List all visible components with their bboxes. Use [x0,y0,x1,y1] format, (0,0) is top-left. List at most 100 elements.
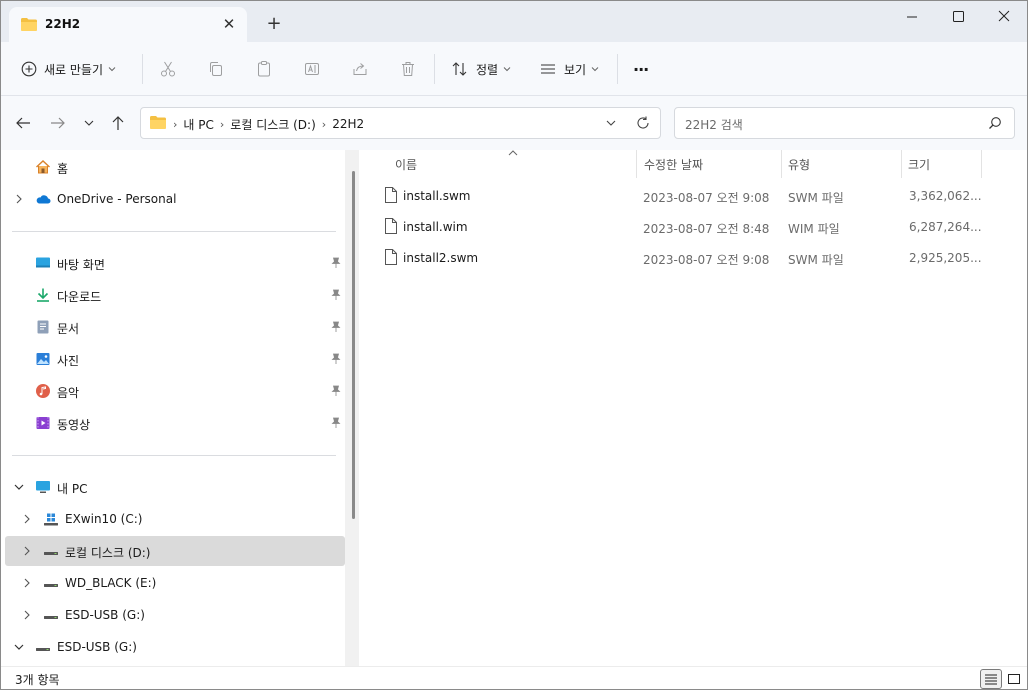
column-header-size[interactable]: 크기 [908,156,930,182]
thumbnail-view-icon [1008,674,1020,684]
sidebar-item-onedrive[interactable]: OneDrive - Personal [5,184,345,214]
sidebar-item-drive-g[interactable]: ESD-USB (G:) [5,600,345,630]
column-divider[interactable] [636,150,637,178]
sidebar-divider [12,455,336,456]
column-header-type[interactable]: 유형 [788,156,810,182]
sidebar-item-pictures[interactable]: 사진 [5,344,345,374]
sidebar-item-home[interactable]: 홈 [5,152,345,182]
sidebar-item-music[interactable]: 음악 [5,376,345,406]
close-tab-button[interactable]: ✕ [219,14,239,34]
search-box[interactable]: 22H2 검색 [674,107,1015,139]
search-placeholder: 22H2 검색 [685,118,743,132]
chevron-right-icon[interactable] [13,193,25,205]
close-window-button[interactable] [981,5,1027,29]
chevron-right-icon[interactable] [21,513,33,525]
item-count: 3개 항목 [15,673,60,687]
clipboard-icon [258,61,270,77]
minimize-icon [907,16,917,18]
trash-icon [402,62,414,76]
refresh-button[interactable] [635,115,651,134]
arrow-left-icon [16,117,30,129]
search-icon[interactable] [988,116,1002,133]
column-header-name[interactable]: 이름 [395,156,417,182]
navigation-row: › 내 PC › 로컬 디스크 (D:) › 22H2 22H2 검색 [1,96,1027,150]
command-bar: 새로 만들기 정렬 보기 ··· [1,42,1027,96]
thumbnails-view-button[interactable] [1003,669,1025,689]
chevron-down-icon[interactable] [13,641,25,653]
sidebar-item-videos[interactable]: 동영상 [5,408,345,438]
toolbar-divider [142,54,143,84]
pin-icon[interactable] [331,417,341,432]
back-button[interactable] [12,112,34,134]
address-history-button[interactable] [604,116,618,133]
chevron-down-icon[interactable] [13,481,25,493]
sidebar-item-documents[interactable]: 문서 [5,312,345,342]
breadcrumb-this-pc[interactable]: 내 PC [183,116,213,133]
sort-button[interactable]: 정렬 [451,56,511,82]
forward-button[interactable] [47,112,69,134]
file-icon [385,218,397,237]
sidebar-item-label: ESD-USB (G:) [65,608,145,622]
pin-icon[interactable] [331,289,341,304]
music-icon [35,383,51,399]
sidebar-item-this-pc[interactable]: 내 PC [5,472,345,502]
folder-icon [149,115,167,133]
new-button[interactable]: 새로 만들기 [21,56,116,82]
breadcrumb-local-disk[interactable]: 로컬 디스크 (D:) [230,116,315,133]
drive-icon [43,575,59,591]
file-size: 6,287,264... [909,220,982,234]
pin-icon[interactable] [331,257,341,272]
maximize-button[interactable] [935,5,981,29]
recent-locations-button[interactable] [78,112,100,134]
rename-button[interactable] [303,56,321,82]
sidebar-scroll-thumb[interactable] [352,171,355,519]
chevron-right-icon[interactable] [21,609,33,621]
sidebar-item-drive-e[interactable]: WD_BLACK (E:) [5,568,345,598]
details-view-button[interactable] [980,669,1002,689]
column-divider[interactable] [901,150,902,178]
minimize-button[interactable] [889,5,935,29]
delete-button[interactable] [399,56,417,82]
sidebar-item-desktop[interactable]: 바탕 화면 [5,248,345,278]
table-row[interactable]: install.swm 2023-08-07 오전 9:08 SWM 파일 3,… [377,181,987,211]
windows-drive-icon [43,511,59,527]
sort-icon [452,62,467,76]
pin-icon[interactable] [331,353,341,368]
column-divider[interactable] [981,150,982,178]
drive-icon [35,639,51,655]
share-button[interactable] [351,56,369,82]
sidebar-item-label: 동영상 [57,418,91,432]
breadcrumb-22h2[interactable]: 22H2 [332,117,364,131]
sidebar-item-label: 내 PC [57,482,88,496]
more-options-button[interactable]: ··· [633,56,649,82]
chevron-right-icon[interactable] [21,545,33,557]
sidebar-item-downloads[interactable]: 다운로드 [5,280,345,310]
pin-icon[interactable] [331,385,341,400]
column-divider[interactable] [781,150,782,178]
up-button[interactable] [107,112,129,134]
view-button[interactable]: 보기 [539,56,599,82]
drive-icon [43,607,59,623]
pin-icon[interactable] [331,321,341,336]
new-tab-button[interactable]: + [263,13,285,35]
title-bar: 22H2 ✕ + [1,1,1027,42]
table-row[interactable]: install.wim 2023-08-07 오전 8:48 WIM 파일 6,… [377,212,987,242]
sidebar-item-drive-c[interactable]: EXwin10 (C:) [5,504,345,534]
tab-22h2[interactable]: 22H2 ✕ [9,7,247,42]
copy-button[interactable] [207,56,225,82]
sidebar-item-drive-d[interactable]: 로컬 디스크 (D:) [5,536,345,566]
file-type: WIM 파일 [788,222,840,236]
chevron-down-icon [84,120,94,126]
scissors-icon [161,61,175,77]
chevron-right-icon[interactable] [21,577,33,589]
file-icon [385,249,397,268]
address-bar[interactable]: › 내 PC › 로컬 디스크 (D:) › 22H2 [140,107,661,139]
file-list: 이름 수정한 날짜 유형 크기 install.swm 2023-08-07 오… [359,150,1027,666]
sidebar-item-label: 음악 [57,386,80,400]
column-header-date[interactable]: 수정한 날짜 [644,156,703,182]
paste-button[interactable] [255,56,273,82]
cut-button[interactable] [159,56,177,82]
sidebar-item-esd-usb-root[interactable]: ESD-USB (G:) [5,632,345,662]
table-row[interactable]: install2.swm 2023-08-07 오전 9:08 SWM 파일 2… [377,243,987,273]
breadcrumb: › 내 PC › 로컬 디스크 (D:) › 22H2 [149,115,370,133]
